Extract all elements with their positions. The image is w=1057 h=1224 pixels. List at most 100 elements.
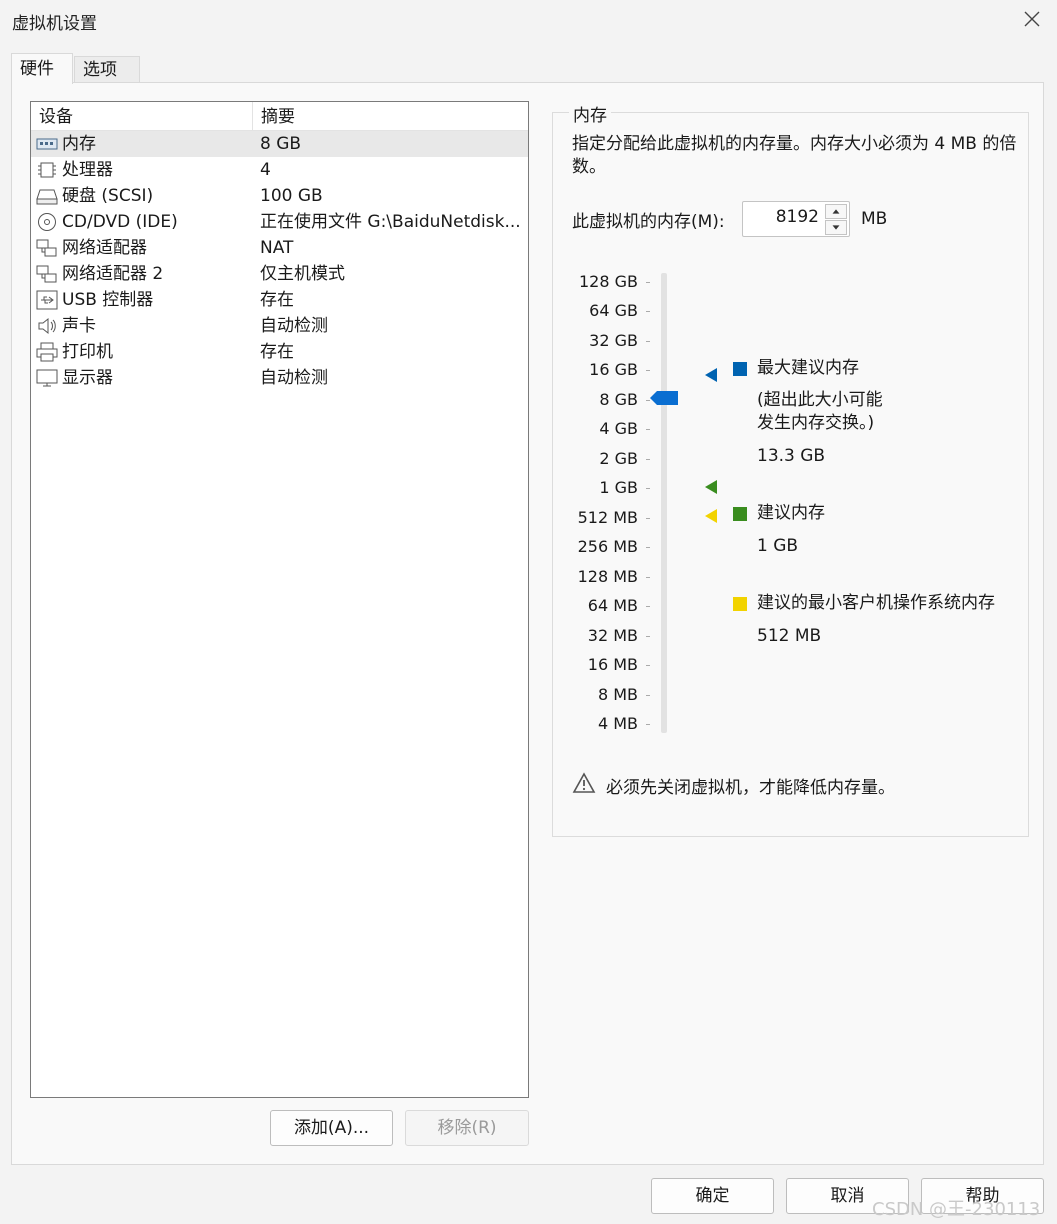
scale-label: 512 MB	[577, 508, 638, 527]
column-header-summary[interactable]: 摘要	[253, 102, 528, 130]
memory-field-label: 此虚拟机的内存(M):	[572, 212, 725, 232]
close-icon[interactable]	[1021, 8, 1043, 30]
spin-up-icon[interactable]	[825, 204, 847, 219]
memory-slider-thumb[interactable]	[649, 390, 679, 406]
memory-slider-track[interactable]	[661, 273, 667, 733]
scale-label: 4 MB	[597, 714, 638, 733]
memory-unit: MB	[861, 209, 888, 229]
processor-icon	[38, 162, 56, 178]
spin-down-icon[interactable]	[825, 220, 847, 235]
remove-button[interactable]: 移除(R)	[405, 1110, 529, 1146]
warning-text: 必须先关闭虚拟机，才能降低内存量。	[606, 778, 895, 798]
memory-value[interactable]: 8192	[776, 207, 819, 227]
device-summary: 自动检测	[260, 316, 328, 336]
device-summary: 4	[260, 160, 271, 180]
scale-label: 256 MB	[577, 537, 638, 556]
device-name: CD/DVD (IDE)	[62, 212, 178, 232]
device-name: 内存	[62, 134, 96, 154]
device-name: 网络适配器 2	[62, 264, 164, 284]
add-button[interactable]: 添加(A)...	[270, 1110, 393, 1146]
scale-label: 32 MB	[587, 626, 638, 645]
scale-tick	[646, 724, 650, 725]
max-recommended-marker-icon	[705, 368, 717, 382]
scale-tick	[646, 577, 650, 578]
device-row-display[interactable]: 显示器 自动检测	[31, 365, 528, 391]
device-summary: 自动检测	[260, 368, 328, 388]
memory-icon	[36, 138, 58, 150]
scale-label: 4 GB	[599, 419, 638, 438]
scale-tick	[646, 695, 650, 696]
tab-hardware[interactable]: 硬件	[11, 53, 73, 84]
device-row-processor[interactable]: 处理器 4	[31, 157, 528, 183]
device-row-printer[interactable]: 打印机 存在	[31, 339, 528, 365]
device-row-network-adapter[interactable]: 网络适配器 NAT	[31, 235, 528, 261]
scale-tick	[646, 282, 650, 283]
device-name: 网络适配器	[62, 238, 147, 258]
recommended-value: 1 GB	[757, 536, 799, 556]
scale-label: 16 MB	[587, 655, 638, 674]
help-button[interactable]: 帮助	[921, 1178, 1044, 1214]
cancel-button[interactable]: 取消	[786, 1178, 909, 1214]
device-name: 打印机	[62, 342, 113, 362]
device-summary: 8 GB	[260, 134, 302, 154]
device-row-sound-card[interactable]: 声卡 自动检测	[31, 313, 528, 339]
scale-tick	[646, 547, 650, 548]
device-name: 硬盘 (SCSI)	[62, 186, 154, 206]
scale-tick	[646, 311, 650, 312]
min-guest-marker-icon	[705, 509, 717, 523]
device-list-header: 设备 摘要	[31, 102, 528, 131]
scale-label: 2 GB	[599, 449, 638, 468]
min-guest-label: 建议的最小客户机操作系统内存	[757, 593, 995, 613]
cd-dvd-icon	[38, 213, 56, 231]
scale-label: 8 MB	[597, 685, 638, 704]
warning-icon	[572, 772, 596, 793]
max-recommended-value: 13.3 GB	[757, 446, 826, 466]
min-guest-swatch	[733, 597, 747, 611]
scale-tick	[646, 429, 650, 430]
device-row-memory[interactable]: 内存 8 GB	[31, 131, 528, 157]
device-row-network-adapter-2[interactable]: 网络适配器 2 仅主机模式	[31, 261, 528, 287]
scale-label: 64 GB	[589, 301, 638, 320]
scale-tick	[646, 606, 650, 607]
scale-tick	[646, 459, 650, 460]
network-adapter-icon	[36, 265, 57, 283]
device-summary: NAT	[260, 238, 294, 258]
window-title: 虚拟机设置	[12, 14, 97, 34]
scale-label: 128 GB	[579, 272, 638, 291]
scale-tick	[646, 665, 650, 666]
column-header-device[interactable]: 设备	[31, 102, 253, 130]
display-icon	[36, 369, 58, 387]
usb-icon	[36, 290, 58, 310]
sound-card-icon	[38, 317, 56, 335]
device-row-cd-dvd[interactable]: CD/DVD (IDE) 正在使用文件 G:\BaiduNetdisk...	[31, 209, 528, 235]
device-row-usb-controller[interactable]: USB 控制器 存在	[31, 287, 528, 313]
min-guest-value: 512 MB	[757, 626, 822, 646]
printer-icon	[36, 342, 58, 362]
scale-tick	[646, 636, 650, 637]
scale-tick	[646, 370, 650, 371]
scale-tick	[646, 488, 650, 489]
device-summary: 存在	[260, 342, 294, 362]
device-name: 处理器	[62, 160, 113, 180]
device-row-hard-disk[interactable]: 硬盘 (SCSI) 100 GB	[31, 183, 528, 209]
scale-label: 16 GB	[589, 360, 638, 379]
memory-group-title: 内存	[569, 101, 611, 126]
recommended-marker-icon	[705, 480, 717, 494]
device-name: USB 控制器	[62, 290, 154, 310]
scale-label: 64 MB	[587, 596, 638, 615]
scale-label: 128 MB	[577, 567, 638, 586]
device-name: 显示器	[62, 368, 113, 388]
scale-tick	[646, 518, 650, 519]
device-summary: 100 GB	[260, 186, 323, 206]
memory-spinbox[interactable]: 8192	[742, 201, 850, 237]
max-recommended-swatch	[733, 362, 747, 376]
ok-button[interactable]: 确定	[651, 1178, 774, 1214]
tab-options[interactable]: 选项	[74, 56, 140, 83]
device-summary: 仅主机模式	[260, 264, 345, 284]
device-list[interactable]: 设备 摘要 内存 8 GB 处理器 4 硬盘 (SCSI) 100 GB CD/…	[30, 101, 529, 1098]
device-name: 声卡	[62, 316, 96, 336]
max-recommended-label: 最大建议内存	[757, 358, 859, 378]
title-bar: 虚拟机设置	[0, 0, 1057, 40]
hard-disk-icon	[36, 189, 58, 205]
device-summary: 存在	[260, 290, 294, 310]
